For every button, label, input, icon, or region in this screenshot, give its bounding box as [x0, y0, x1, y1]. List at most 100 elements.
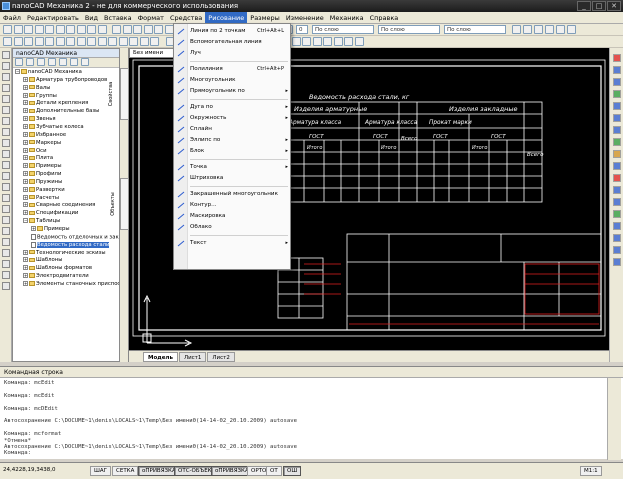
status-toggle-0[interactable]: ШАГ — [90, 466, 111, 476]
tree-item[interactable]: + Маркеры — [23, 139, 61, 148]
draw-tool-button[interactable] — [2, 161, 10, 169]
layout-tab-0[interactable]: Модель — [143, 351, 178, 362]
toolbar-button[interactable] — [97, 37, 107, 46]
status-toggle-1[interactable]: СЕТКА — [112, 466, 139, 476]
tree-item[interactable]: + Плита — [23, 155, 53, 163]
expand-toggle-icon[interactable]: + — [23, 249, 28, 255]
panel-tool-button[interactable] — [48, 58, 56, 66]
menu-item-19[interactable]: Маскировка — [177, 211, 290, 222]
expand-toggle-icon[interactable]: + — [23, 108, 28, 114]
lineweight-combo[interactable]: По слою — [444, 25, 506, 34]
draw-tool-button[interactable] — [2, 227, 10, 235]
toolbar-button[interactable] — [545, 25, 554, 34]
modify-tool-button[interactable] — [613, 150, 621, 158]
toolbar-button[interactable] — [323, 37, 332, 46]
expand-toggle-icon[interactable]: + — [23, 155, 28, 161]
toolbar-button[interactable] — [333, 37, 343, 46]
close-button[interactable]: ✕ — [607, 1, 621, 11]
linetype-combo[interactable]: По слою — [378, 25, 440, 34]
maximize-button[interactable]: □ — [592, 1, 606, 11]
tree-item[interactable]: + Шаблоны форматов — [23, 265, 92, 273]
panel-tool-button[interactable] — [70, 58, 78, 66]
tree-item[interactable]: + Шаблоны — [23, 257, 62, 265]
tree-item[interactable]: + Примеры — [31, 226, 70, 234]
modify-tool-button[interactable] — [613, 234, 621, 242]
tree-item[interactable]: + Спецификации — [23, 210, 78, 218]
toolbar-button[interactable] — [118, 37, 128, 46]
tree-item[interactable]: + Избранное — [23, 131, 66, 140]
expand-toggle-icon[interactable]: + — [23, 210, 28, 216]
modify-tool-button[interactable] — [613, 210, 621, 218]
tree-item[interactable]: + Валы — [23, 84, 50, 93]
draw-tool-button[interactable] — [2, 282, 10, 290]
toolbar-button[interactable] — [45, 25, 54, 34]
tree-item[interactable]: Ведомость отделочных и зак — [31, 233, 119, 242]
toolbar-button[interactable] — [97, 25, 107, 34]
toolbar-button[interactable] — [24, 37, 33, 46]
toolbar-button[interactable] — [13, 25, 23, 34]
menu-9[interactable]: Механика — [327, 12, 367, 24]
tab-properties[interactable]: Свойства — [108, 68, 129, 120]
expand-toggle-icon[interactable]: + — [23, 171, 28, 177]
draw-tool-button[interactable] — [2, 172, 10, 180]
modify-tool-button[interactable] — [613, 114, 621, 122]
expand-toggle-icon[interactable]: + — [23, 257, 28, 263]
draw-tool-button[interactable] — [2, 84, 10, 92]
tree-item[interactable]: + Оси — [23, 147, 47, 156]
draw-tool-button[interactable] — [2, 205, 10, 213]
draw-tool-button[interactable] — [2, 194, 10, 202]
modify-tool-button[interactable] — [613, 138, 621, 146]
scale-indicator[interactable]: М1:1 — [580, 466, 602, 476]
draw-tool-button[interactable] — [2, 260, 10, 268]
toolbar-button[interactable] — [108, 37, 117, 46]
menu-3[interactable]: Вставка — [101, 12, 135, 24]
tree-item[interactable]: + Звенья — [23, 116, 56, 124]
draw-tool-button[interactable] — [2, 51, 10, 59]
toolbar-button[interactable] — [133, 25, 142, 34]
toolbar-button[interactable] — [13, 37, 23, 46]
expand-toggle-icon[interactable]: + — [23, 92, 28, 98]
menu-item-14[interactable]: Точка ▸ — [177, 162, 290, 173]
tree-item[interactable]: + Дополнительные базы — [23, 108, 99, 116]
toolbar-button[interactable] — [122, 25, 132, 34]
menu-item-18[interactable]: Контур... — [177, 200, 290, 211]
menu-item-6[interactable]: Прямоугольник по ▸ — [177, 86, 290, 97]
expand-toggle-icon[interactable]: − — [15, 69, 20, 74]
menu-5[interactable]: Средства — [167, 12, 205, 24]
panel-tool-button[interactable] — [37, 58, 45, 66]
menu-item-0[interactable]: Линия по 2 точкам Ctrl+Alt+L — [177, 26, 290, 37]
menu-item-20[interactable]: Облако — [177, 222, 290, 233]
draw-tool-button[interactable] — [2, 150, 10, 158]
modify-tool-button[interactable] — [613, 66, 621, 74]
draw-tool-button[interactable] — [2, 249, 10, 257]
toolbar-button[interactable] — [302, 37, 311, 46]
expand-toggle-icon[interactable]: + — [23, 84, 28, 90]
toolbar-button[interactable] — [87, 37, 96, 46]
expand-toggle-icon[interactable]: + — [23, 163, 28, 169]
menu-item-11[interactable]: Эллипс по ▸ — [177, 135, 290, 146]
tree-item[interactable]: Ведомость расхода стали — [31, 241, 110, 250]
toolbar-button[interactable] — [129, 37, 138, 46]
expand-toggle-icon[interactable]: + — [23, 265, 28, 271]
menu-item-12[interactable]: Блок ▸ — [177, 146, 290, 157]
expand-toggle-icon[interactable]: + — [23, 139, 28, 145]
tree-item[interactable]: + Технологические эскизы — [23, 249, 106, 258]
status-toggle-7[interactable]: ОШ — [283, 466, 302, 476]
expand-toggle-icon[interactable]: − — [23, 218, 28, 224]
modify-tool-button[interactable] — [613, 246, 621, 254]
toolbar-button[interactable] — [534, 25, 543, 34]
modify-tool-button[interactable] — [613, 162, 621, 170]
menu-item-2[interactable]: Луч — [177, 48, 290, 59]
tab-objects[interactable]: Объекты — [110, 178, 129, 230]
draw-tool-button[interactable] — [2, 62, 10, 70]
menu-4[interactable]: Формат — [135, 12, 167, 24]
status-toggle-6[interactable]: ОТ — [266, 466, 282, 476]
expand-toggle-icon[interactable]: + — [23, 273, 28, 279]
expand-toggle-icon[interactable]: + — [23, 194, 28, 200]
toolbar-button[interactable] — [55, 37, 65, 46]
tree-item[interactable]: + Развертки — [23, 186, 65, 195]
tree-item[interactable]: − Таблицы — [23, 218, 60, 226]
toolbar-button[interactable] — [312, 37, 322, 46]
draw-tool-button[interactable] — [2, 95, 10, 103]
modify-tool-button[interactable] — [613, 198, 621, 206]
